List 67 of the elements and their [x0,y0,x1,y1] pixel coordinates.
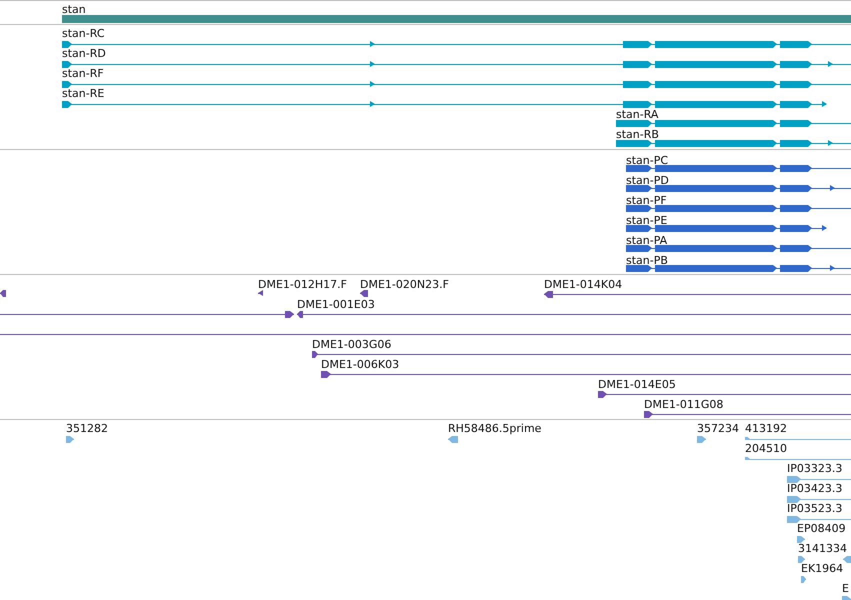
feature-label: stan-RD [62,47,106,60]
transcript-glyph[interactable] [626,245,851,252]
feature-label: IP03423.3 [787,482,842,495]
feature-label: stan-RB [616,128,659,141]
est-glyph[interactable] [66,436,74,443]
feature-label: 413192 [745,422,787,435]
est-glyph[interactable] [745,437,851,440]
est-glyph[interactable] [801,576,806,583]
transcript-glyph[interactable] [626,225,827,232]
est-glyph[interactable] [787,516,851,523]
feature-label: stan-PF [626,194,667,207]
clone-glyph[interactable] [297,311,851,318]
feature-label: IP03523.3 [787,502,842,515]
clone-glyph[interactable] [312,351,851,358]
est-glyph[interactable] [448,436,458,443]
transcript-glyph[interactable] [616,140,851,147]
feature-label: EK1964 [801,562,844,575]
est-glyph[interactable] [787,476,851,483]
feature-label: stan-RE [62,87,104,100]
feature-label: DME1-012H17.F [258,278,347,291]
feature-label: stan [62,3,86,16]
feature-label: stan-PD [626,174,669,187]
feature-label: DME1-011G08 [644,398,724,411]
feature-label: DME1-001E03 [297,298,375,311]
est-glyph [843,556,851,563]
clone-glyph[interactable] [321,371,851,378]
transcript-glyph[interactable] [626,165,851,172]
feature-label: stan-PE [626,214,668,227]
feature-label: 3141334 [798,542,847,555]
feature-label: stan-RF [62,67,104,80]
clone-glyph[interactable] [360,290,368,297]
feature-label: E [842,582,849,595]
est-glyph[interactable] [697,436,706,443]
feature-label: RH58486.5prime [448,422,542,435]
feature-label: 204510 [745,442,787,455]
est-glyph[interactable] [745,457,851,460]
transcript-glyph[interactable] [626,185,851,192]
feature-label: 357234 [697,422,739,435]
clone-glyph[interactable] [544,291,851,298]
feature-label: 351282 [66,422,108,435]
transcript-glyph[interactable] [62,61,851,68]
transcript-glyph[interactable] [626,265,851,272]
feature-label: stan-PB [626,254,668,267]
clone-glyph[interactable] [598,391,851,398]
feature-label: stan-PC [626,154,668,167]
transcript-glyph[interactable] [62,101,827,108]
clone-glyph[interactable] [644,411,851,418]
feature-label: DME1-014E05 [598,378,676,391]
clone-glyph [0,290,6,297]
feature-label: stan-RA [616,108,658,121]
feature-label: EP08409 [797,522,846,535]
feature-label: IP03323.3 [787,462,842,475]
est-glyph[interactable] [797,536,805,543]
transcript-glyph[interactable] [62,81,851,88]
est-glyph[interactable] [787,496,851,503]
feature-label: DME1-014K04 [544,278,622,291]
clone-glyph[interactable] [258,290,263,296]
feature-label: stan-RC [62,27,105,40]
transcript-glyph[interactable] [62,41,851,48]
feature-label: DME1-006K03 [321,358,400,371]
est-glyph[interactable] [798,556,805,563]
est-glyph[interactable] [842,596,851,600]
feature-label: stan-PA [626,234,668,247]
feature-label: DME1-003G06 [312,338,392,351]
transcript-glyph[interactable] [626,205,851,212]
transcript-glyph[interactable] [616,120,851,127]
feature-label: DME1-020N23.F [360,278,449,291]
